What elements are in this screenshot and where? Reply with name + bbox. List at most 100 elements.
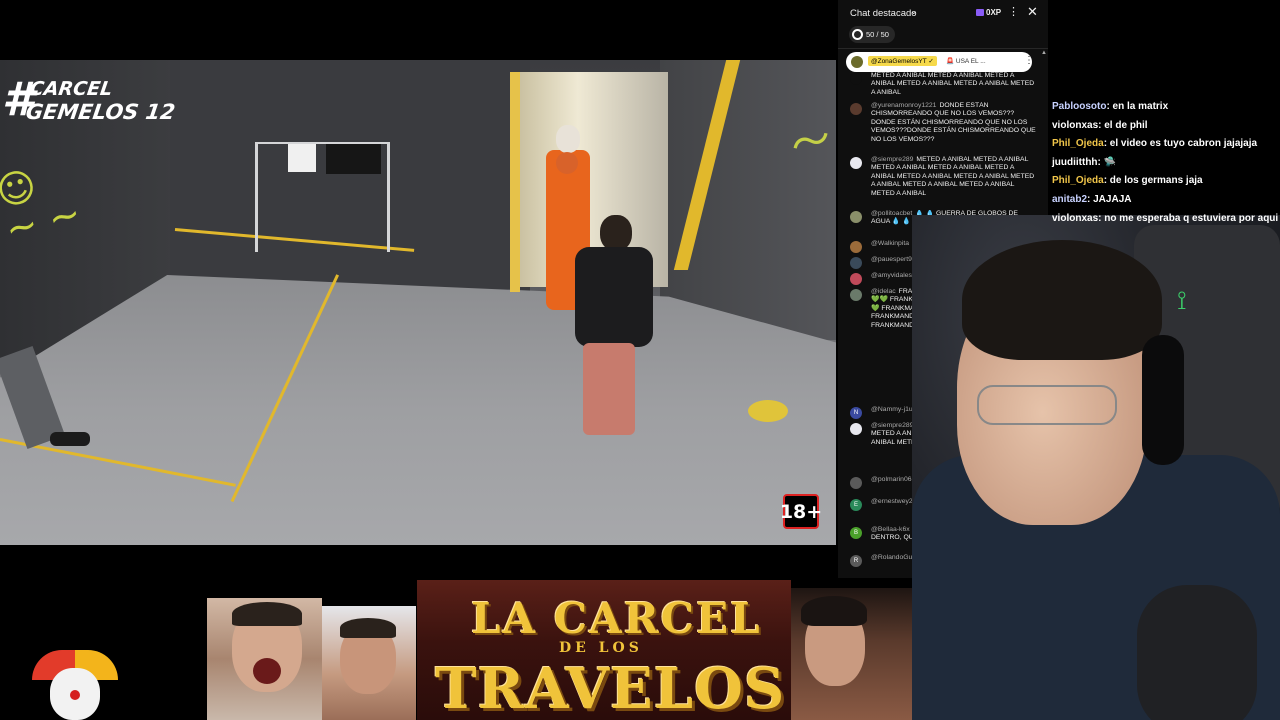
- chat-avatar[interactable]: [850, 257, 862, 269]
- chat-avatar[interactable]: R: [850, 555, 862, 567]
- pinned-username[interactable]: @ZonaGemelosYT ✓: [868, 56, 937, 66]
- chat-username[interactable]: @Nammy-j1u: [871, 406, 913, 413]
- stream-chat-line: Pabloosoto: en la matrix: [1052, 98, 1280, 117]
- stream-chat-username: Pabloosoto: [1052, 101, 1107, 112]
- pinned-more-icon[interactable]: ⋮: [1024, 55, 1034, 66]
- video-masked-head: [556, 125, 580, 153]
- chat-avatar[interactable]: [850, 157, 862, 169]
- chat-message[interactable]: @siempre289METED A ANIBAL METED A ANIBAL…: [838, 156, 1040, 210]
- stream-chat-username: anitab2: [1052, 193, 1088, 205]
- chat-points[interactable]: 0XP: [986, 8, 1001, 17]
- stream-chat-overlay: Pabloosoto: en la matrix violonxas: el de…: [1052, 98, 1280, 228]
- video-basketball: [556, 152, 578, 174]
- video-person-left-edge: [0, 320, 100, 460]
- chat-avatar[interactable]: N: [850, 407, 862, 419]
- chat-avatar[interactable]: E: [850, 499, 862, 511]
- chat-avatar[interactable]: [850, 423, 862, 435]
- video-person-shoe: [50, 432, 90, 446]
- chat-username[interactable]: @idelac: [871, 288, 896, 295]
- chat-poll-counter[interactable]: 50 / 50: [849, 26, 895, 43]
- counter-value: 50 / 50: [866, 30, 889, 39]
- scroll-up-arrow-icon[interactable]: ▲: [1041, 50, 1047, 56]
- streamer-glasses: [977, 385, 1117, 425]
- chat-avatar[interactable]: [850, 103, 862, 115]
- chat-username[interactable]: @pollitoacbet: [871, 210, 912, 217]
- pinned-message[interactable]: @ZonaGemelosYT ✓ 🚨 USA EL ... ⋮: [846, 52, 1034, 72]
- stream-chat-text: : no me esperaba q estuviera por aqui: [1098, 212, 1279, 224]
- thumb-hair: [340, 618, 396, 638]
- chat-username[interactable]: @Walkinpita: [871, 240, 909, 247]
- video-black-cloth: [326, 144, 381, 174]
- stream-chat-line: anitab2: JAJAJA: [1052, 191, 1280, 210]
- pinned-avatar: [851, 56, 863, 68]
- chat-username[interactable]: @Bellaa-k6x: [871, 526, 910, 533]
- video-person-torso: [575, 247, 653, 347]
- stream-chat-line: juudiitthh: 🛸: [1052, 154, 1280, 173]
- chat-avatar[interactable]: B: [850, 527, 862, 539]
- chat-avatar[interactable]: [850, 241, 862, 253]
- bottom-banner: LA CARCEL DE LOS TRAVELOS: [0, 578, 912, 720]
- stream-chat-text: : de los germans jaja: [1103, 175, 1203, 187]
- progress-ring-icon: [852, 29, 863, 40]
- video-yellow-floor-spot: [748, 400, 788, 422]
- stream-chat-username: juudiitthh: [1052, 156, 1098, 168]
- age-rating-badge: 18+: [780, 494, 822, 529]
- chat-avatar[interactable]: [850, 211, 862, 223]
- chat-username[interactable]: @yurenamonroy1221: [871, 102, 936, 109]
- chat-avatar[interactable]: [850, 289, 862, 301]
- stream-chat-username: violonxas: [1052, 212, 1099, 224]
- streamer-hair: [962, 240, 1162, 360]
- chat-username[interactable]: @siempre289: [871, 156, 913, 163]
- thumbnail-young-man: [791, 588, 912, 720]
- carcel-gemelos-logo: # CARCEL GEMELOS 12: [2, 74, 177, 134]
- stream-chat-line: Phil_Ojeda: el video es tuyo cabron jaja…: [1052, 135, 1280, 154]
- thumbnail-lying: [322, 606, 416, 720]
- chat-message[interactable]: @yurenamonroy1221 DONDE ESTÁN CHISMORREAN…: [838, 102, 1040, 156]
- title-travelos: TRAVELOS: [435, 656, 786, 720]
- chat-avatar[interactable]: [850, 273, 862, 285]
- title-la-carcel: LA CARCEL: [471, 594, 762, 643]
- chat-message[interactable]: METED A ANIBAL METED A ANIBAL METED A AN…: [838, 72, 1040, 102]
- close-icon[interactable]: ✕: [1027, 4, 1038, 20]
- thumbnail-laughing: [207, 598, 322, 720]
- stream-chat-text: : el video es tuyo cabron jajajaja: [1103, 138, 1258, 150]
- video-white-cloth: [288, 144, 316, 172]
- logo-line-1: CARCEL: [28, 78, 114, 100]
- headphones-icon: [1142, 335, 1184, 465]
- chat-text: METED A ANIBAL METED A ANIBAL METED A AN…: [871, 72, 1035, 96]
- video-person-black-shirt: [555, 215, 660, 435]
- video-door-frame: [510, 72, 520, 292]
- chat-username[interactable]: @siempre289: [871, 422, 913, 429]
- stream-chat-line: violonxas: el de phil: [1052, 117, 1280, 136]
- chat-mode-title[interactable]: Chat destacado: [850, 8, 917, 19]
- stream-chat-text: : el de phil: [1098, 119, 1148, 131]
- video-floor: [0, 275, 836, 545]
- video-person-pajama-legs: [583, 343, 635, 435]
- thumb-hair: [232, 602, 302, 626]
- microphone-icon: [1137, 585, 1257, 720]
- stream-chat-text: : JAJAJA: [1087, 193, 1132, 205]
- chat-divider: [838, 48, 1048, 49]
- more-options-icon[interactable]: ⋮: [1008, 5, 1019, 18]
- stream-chat-text: : en la matrix: [1106, 101, 1169, 112]
- logo-line-2: GEMELOS 12: [24, 100, 177, 124]
- video-player[interactable]: ☺︎ ~ ~ ～: [0, 60, 836, 545]
- thumb-mouth: [253, 658, 281, 684]
- joker-nose: [70, 690, 80, 700]
- thumb-hair: [801, 596, 867, 626]
- video-wall-right: [660, 60, 836, 340]
- pinned-text: 🚨 USA EL ...: [946, 58, 986, 65]
- chevron-down-icon[interactable]: ⌄: [910, 6, 918, 17]
- stream-chat-line: violonxas: no me esperaba q estuviera po…: [1052, 210, 1280, 229]
- chat-avatar[interactable]: [850, 477, 862, 489]
- chat-header: Chat destacado ⌄ 0XP ⋮ ✕: [838, 0, 1048, 26]
- joker-emote: [20, 650, 130, 720]
- video-person-head: [600, 215, 632, 251]
- chat-avatar[interactable]: [850, 73, 862, 85]
- chat-username[interactable]: @polmarin06: [871, 476, 912, 483]
- points-icon: [976, 9, 984, 16]
- carcel-travelos-title-card: LA CARCEL DE LOS TRAVELOS: [417, 580, 791, 720]
- streamer-webcam: ⟟: [912, 215, 1280, 720]
- title-de-los: DE LOS: [559, 640, 643, 656]
- stream-chat-username: Phil_Ojeda: [1052, 138, 1104, 150]
